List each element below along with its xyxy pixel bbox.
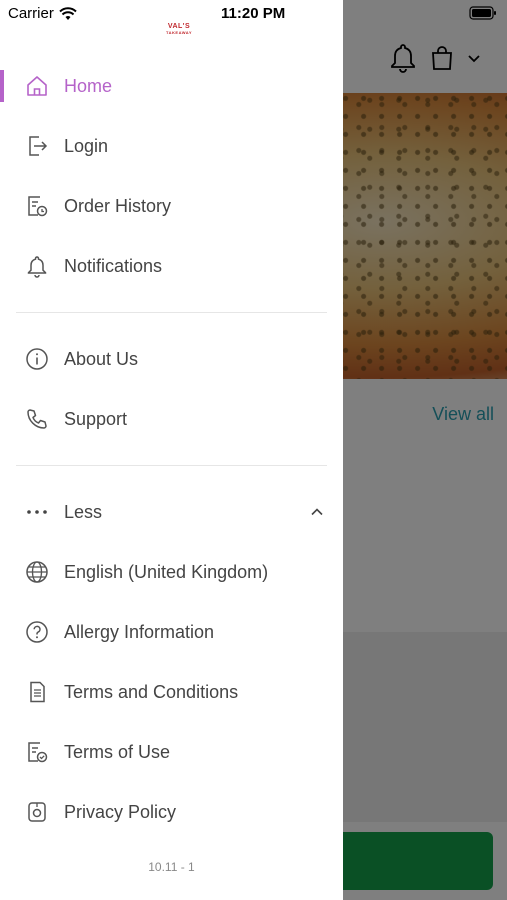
menu-item-privacy-policy[interactable]: Privacy Policy — [0, 782, 343, 842]
menu-item-label: Support — [64, 408, 128, 429]
login-icon — [24, 133, 50, 159]
logo-text: VAL'S — [167, 23, 191, 30]
menu-item-login[interactable]: Login — [0, 116, 343, 176]
document-icon — [24, 679, 50, 705]
menu-item-label: Less — [64, 501, 103, 522]
menu-item-order-history[interactable]: Order History — [0, 176, 343, 236]
menu-item-label: Privacy Policy — [64, 801, 177, 822]
menu-item-about-us[interactable]: About Us — [0, 329, 343, 389]
menu-item-label: Allergy Information — [64, 621, 215, 642]
menu-item-label: Terms and Conditions — [64, 681, 239, 702]
menu-item-home[interactable]: Home — [0, 56, 343, 116]
bell-icon — [24, 253, 50, 279]
menu-item-label: Login — [64, 135, 109, 156]
active-indicator — [0, 70, 4, 102]
privacy-icon — [24, 799, 50, 825]
globe-icon — [24, 559, 50, 585]
navigation-drawer: Carrier 11:20 PM VAL'S TAKEAWAY Home Log… — [0, 0, 343, 900]
menu-item-label: Order History — [64, 195, 172, 216]
menu-item-label: English (United Kingdom) — [64, 561, 269, 582]
divider — [0, 449, 343, 482]
menu-item-label: Home — [64, 75, 113, 96]
home-icon — [24, 73, 50, 99]
menu-item-support[interactable]: Support — [0, 389, 343, 449]
menu-item-label: Notifications — [64, 255, 163, 276]
app-version: 10.11 - 1 — [148, 860, 195, 874]
chevron-up-icon — [311, 508, 323, 516]
menu-item-terms-of-use[interactable]: Terms of Use — [0, 722, 343, 782]
menu-toggle-less[interactable]: Less — [0, 482, 343, 542]
carrier-text: Carrier — [8, 5, 54, 22]
carrier-label: Carrier — [8, 5, 77, 22]
menu-item-label: About Us — [64, 348, 139, 369]
order-history-icon — [24, 193, 50, 219]
menu-item-terms-and-conditions[interactable]: Terms and Conditions — [0, 662, 343, 722]
menu-item-allergy-information[interactable]: Allergy Information — [0, 602, 343, 662]
brand-logo: VAL'S TAKEAWAY — [164, 23, 194, 36]
status-time: 11:20 PM — [221, 5, 286, 22]
divider — [0, 296, 343, 329]
menu-item-notifications[interactable]: Notifications — [0, 236, 343, 296]
ellipsis-icon — [24, 499, 50, 525]
info-icon — [24, 346, 50, 372]
wifi-icon — [59, 6, 77, 20]
menu-item-language[interactable]: English (United Kingdom) — [0, 542, 343, 602]
menu-item-label: Terms of Use — [64, 741, 171, 762]
question-icon — [24, 619, 50, 645]
drawer-menu: Home Login Order History Notifications A… — [0, 56, 343, 842]
phone-icon — [24, 406, 50, 432]
document-check-icon — [24, 739, 50, 765]
logo-subtext: TAKEAWAY — [165, 30, 192, 35]
